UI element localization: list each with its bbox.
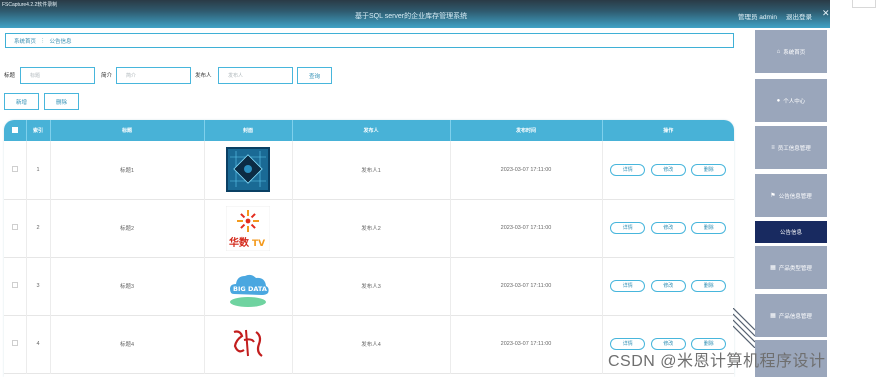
csdn-watermark: CSDN @米恩计算机程序设计 xyxy=(608,353,826,370)
logout-link[interactable]: 退出登录 xyxy=(786,11,812,21)
cover-image-big-data: BIG DATA xyxy=(226,263,270,309)
sidebar-item-label: 产品信息管理 xyxy=(778,313,812,320)
sidebar-item-employee-management[interactable]: ≡ 员工信息管理 xyxy=(755,126,827,169)
row-index: 3 xyxy=(26,257,51,315)
row-publisher: 发布人3 xyxy=(292,257,451,315)
detail-button[interactable]: 详情 xyxy=(610,163,646,176)
announcement-table: 索引 标题 封面 发布人 发布时间 操作 1 标题1 发布人1 2023-03-… xyxy=(4,120,734,377)
detail-button[interactable]: 详情 xyxy=(610,280,646,292)
sidebar-item-profile[interactable]: ● 个人中心 xyxy=(755,79,827,122)
row-publisher: 发布人4 xyxy=(292,315,451,373)
sidebar-item-label: 员工信息管理 xyxy=(777,145,811,152)
publisher-search-input[interactable] xyxy=(218,67,293,84)
add-button[interactable]: 新增 xyxy=(4,93,39,110)
current-user-label: 管理员 admin xyxy=(738,14,778,21)
select-all-header[interactable] xyxy=(4,120,27,141)
close-icon[interactable]: ✕ xyxy=(822,8,830,19)
row-checkbox[interactable] xyxy=(11,340,18,346)
table-header-row: 索引 标题 封面 发布人 发布时间 操作 xyxy=(4,120,734,141)
row-publisher: 发布人1 xyxy=(292,141,451,199)
grid-icon: ▦ xyxy=(770,313,776,319)
grid-icon: ▦ xyxy=(770,265,776,271)
system-title: 基于SQL server的企业库存管理系统 xyxy=(355,13,468,20)
search-form: 标题 简介 发布人 查询 xyxy=(4,67,364,84)
huashu-logo-text: 华数 xyxy=(229,236,250,249)
sidebar-item-label: 产品类型管理 xyxy=(778,265,812,272)
row-index: 4 xyxy=(26,315,51,373)
row-title: 标题1 xyxy=(50,141,205,199)
window-title: FSCapture4.2.2软件录制 xyxy=(2,2,58,8)
breadcrumb-separator: ⋮ xyxy=(40,37,46,44)
breadcrumb-home-link[interactable]: 系统首页 xyxy=(14,37,36,45)
sidebar-item-label: 个人中心 xyxy=(783,98,806,105)
row-checkbox[interactable] xyxy=(11,165,18,172)
flag-icon: ⚑ xyxy=(770,193,776,199)
delete-button[interactable]: 删除 xyxy=(691,163,727,176)
cover-image-huashu-logo: 华数 TV xyxy=(226,205,270,251)
sidebar-item-label: 系统首页 xyxy=(783,49,806,56)
row-checkbox[interactable] xyxy=(11,224,18,230)
row-publish-time: 2023-03-07 17:11:00 xyxy=(450,257,603,315)
list-icon: ≡ xyxy=(771,144,775,151)
sidebar-nav: ⌂ 系统首页 ● 个人中心 ≡ 员工信息管理 ⚑ 公告信息管理 公告信息 ▦ 产… xyxy=(755,28,827,377)
row-index: 2 xyxy=(26,199,51,257)
huashu-logo-tv-text: TV xyxy=(252,239,265,249)
intro-search-label: 简介 xyxy=(101,73,113,79)
detail-button[interactable]: 详情 xyxy=(610,222,646,234)
cover-image-chip xyxy=(226,147,270,193)
row-title: 标题3 xyxy=(50,257,205,315)
publisher-search-label: 发布人 xyxy=(195,73,212,79)
title-search-label: 标题 xyxy=(4,73,16,79)
row-publish-time: 2023-03-07 17:11:00 xyxy=(450,315,603,373)
intro-search-input[interactable] xyxy=(116,67,191,84)
row-publish-time: 2023-03-07 17:11:00 xyxy=(450,199,603,257)
top-header-bar: FSCapture4.2.2软件录制 基于SQL server的企业库存管理系统… xyxy=(0,0,830,28)
sidebar-item-home[interactable]: ⌂ 系统首页 xyxy=(755,30,827,73)
column-header: 标题 xyxy=(50,120,205,141)
row-index: 1 xyxy=(26,141,51,199)
column-header: 操作 xyxy=(663,128,674,134)
breadcrumb: 系统首页 ⋮ 公告信息 xyxy=(5,33,734,48)
delete-button[interactable]: 删除 xyxy=(691,222,727,234)
sidebar-subitem-announcement[interactable]: 公告信息 xyxy=(755,221,827,243)
cover-image-red-calligraphy xyxy=(226,321,270,367)
window-corner-box xyxy=(852,0,876,8)
select-all-checkbox[interactable] xyxy=(11,126,18,133)
delete-button[interactable]: 删除 xyxy=(691,280,727,292)
row-title: 标题2 xyxy=(50,199,205,257)
batch-delete-button[interactable]: 删除 xyxy=(44,93,79,110)
big-data-text: BIG DATA xyxy=(233,285,267,293)
sidebar-item-product-info-management[interactable]: ▦ 产品信息管理 xyxy=(755,294,827,337)
sidebar-item-label: 公告信息管理 xyxy=(778,193,812,200)
edit-button[interactable]: 修改 xyxy=(650,163,686,176)
row-title: 标题4 xyxy=(50,315,205,373)
home-icon: ⌂ xyxy=(776,48,781,55)
row-checkbox[interactable] xyxy=(11,282,18,288)
row-publisher: 发布人2 xyxy=(292,199,451,257)
sidebar-item-product-type-management[interactable]: ▦ 产品类型管理 xyxy=(755,246,827,289)
edit-button[interactable]: 修改 xyxy=(650,280,686,292)
row-publish-time: 2023-03-07 17:11:00 xyxy=(450,141,603,199)
column-header: 封面 xyxy=(204,120,293,141)
column-header: 发布时间 xyxy=(450,120,603,141)
column-header: 发布人 xyxy=(292,120,451,141)
table-row: 1 标题1 发布人1 2023-03-07 17:11:00 详情 修改 删除 xyxy=(4,141,734,199)
query-button[interactable]: 查询 xyxy=(297,67,332,84)
table-row: 3 标题3 BIG DATA 发布人3 2023-03-07 17:11:00 … xyxy=(4,257,734,315)
sidebar-item-announcement-management[interactable]: ⚑ 公告信息管理 xyxy=(755,174,827,217)
sidebar-item-label: 公告信息 xyxy=(779,230,802,236)
breadcrumb-current: 公告信息 xyxy=(49,38,72,45)
column-header: 索引 xyxy=(26,120,51,141)
table-row: 2 标题2 华数 TV 发布人2 2023-03-07 17:11:00 详情 … xyxy=(4,199,734,257)
title-search-input[interactable] xyxy=(20,67,95,84)
edit-button[interactable]: 修改 xyxy=(650,222,686,234)
user-icon: ● xyxy=(776,97,781,104)
decorative-stripes xyxy=(733,308,755,348)
